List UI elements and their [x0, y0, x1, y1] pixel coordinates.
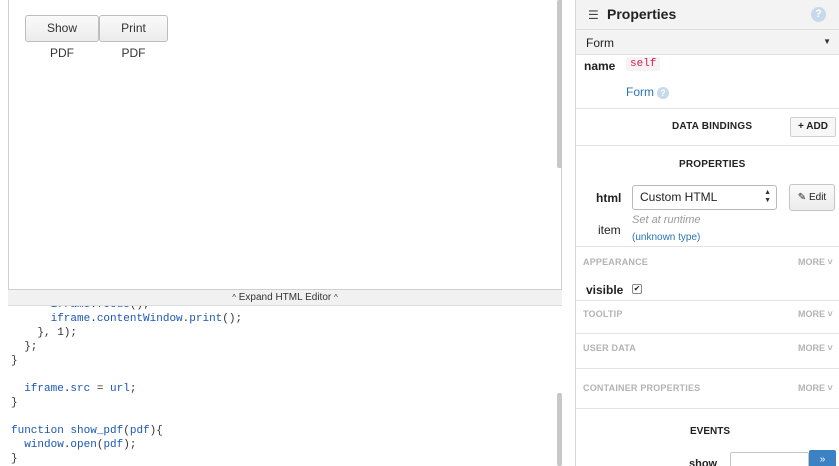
divider: [576, 108, 839, 109]
code-line: }, 1);: [8, 326, 562, 340]
chevron-down-icon: ˅: [827, 257, 833, 267]
expand-html-editor-bar[interactable]: ^ Expand HTML Editor ^: [8, 290, 562, 306]
more-label: MORE: [798, 309, 825, 319]
edit-html-button[interactable]: ✎ Edit: [789, 184, 835, 211]
item-runtime-hint: Set at runtime: [632, 214, 701, 226]
chevron-down-icon: ˅: [827, 309, 833, 319]
sliders-icon: ☰: [588, 8, 599, 22]
html-property-select[interactable]: Custom HTML ▲ ▼: [632, 185, 777, 210]
user-data-more-toggle[interactable]: MORE ˅: [798, 343, 833, 353]
appearance-section-toggle[interactable]: APPEARANCE: [583, 257, 648, 267]
code-text: }: [11, 355, 18, 367]
code-line: iframe.contentWindow.print();: [8, 312, 562, 326]
code-line: };: [8, 340, 562, 354]
container-more-toggle[interactable]: MORE ˅: [798, 383, 833, 393]
code-text: };: [24, 341, 38, 353]
divider: [576, 408, 839, 409]
properties-panel: ☰ Properties ? Form ▼ name self Form? DA…: [575, 0, 839, 466]
chevron-down-icon: ˅: [827, 383, 833, 393]
code-line: }: [8, 354, 562, 368]
html-code-editor[interactable]: iframe.focus(); iframe.contentWindow.pri…: [8, 306, 562, 466]
name-label: name: [584, 59, 616, 73]
data-bindings-title: DATA BINDINGS: [672, 121, 753, 132]
more-label: MORE: [798, 343, 825, 353]
properties-section-title: PROPERTIES: [679, 159, 746, 170]
code-text: window.open(pdf);: [24, 439, 137, 451]
form-type-link[interactable]: Form?: [626, 85, 669, 99]
design-canvas[interactable]: Show PDF Print PDF: [8, 0, 562, 290]
code-text: }: [11, 453, 18, 465]
select-arrows-icon: ▲ ▼: [764, 189, 771, 204]
divider: [576, 246, 839, 247]
code-text: }, 1);: [37, 327, 78, 339]
properties-title: Properties: [607, 6, 677, 22]
code-text: iframe.src = url;: [24, 383, 137, 395]
chevron-up-icon: ^: [334, 293, 338, 302]
editor-scrollbar[interactable]: [557, 393, 562, 466]
html-property-label: html: [596, 191, 622, 205]
component-select-value: Form: [586, 36, 614, 50]
tooltip-more-toggle[interactable]: MORE ˅: [798, 309, 833, 319]
caret-down-icon: ▼: [823, 37, 831, 46]
tooltip-section-toggle[interactable]: TOOLTIP: [583, 309, 623, 319]
divider: [576, 368, 839, 369]
show-pdf-button[interactable]: Show PDF: [25, 15, 99, 60]
print-pdf-button[interactable]: Print PDF: [99, 15, 168, 60]
help-icon[interactable]: ?: [657, 87, 669, 99]
show-event-input[interactable]: [730, 452, 809, 466]
code-text: function show_pdf(pdf){: [11, 425, 163, 437]
user-data-section-toggle[interactable]: USER DATA: [583, 343, 636, 353]
add-binding-button[interactable]: + ADD: [790, 117, 836, 137]
appearance-more-toggle[interactable]: MORE ˅: [798, 257, 833, 267]
events-section-title: EVENTS: [690, 426, 731, 437]
name-value[interactable]: self: [626, 57, 661, 71]
divider: [576, 145, 839, 146]
code-line: }: [8, 452, 562, 466]
code-text: iframe.contentWindow.print();: [50, 313, 243, 325]
html-property-value: Custom HTML: [640, 190, 718, 204]
code-line: iframe.src = url;: [8, 382, 562, 396]
visible-checkbox[interactable]: ✔: [632, 284, 642, 294]
visible-label: visible: [586, 283, 624, 297]
code-text: iframe.focus();: [51, 306, 150, 311]
help-icon[interactable]: ?: [811, 7, 826, 22]
chevron-up-icon: ^: [232, 293, 236, 302]
properties-header: ☰ Properties ?: [576, 0, 839, 30]
item-type-link[interactable]: (unknown type): [632, 232, 700, 243]
show-event-label: show: [689, 458, 718, 466]
canvas-scrollbar[interactable]: [557, 0, 562, 168]
edit-label: Edit: [808, 192, 827, 203]
item-property-label: item: [598, 223, 621, 237]
show-event-go-button[interactable]: »: [809, 450, 836, 466]
divider: [576, 333, 839, 334]
code-line: }: [8, 396, 562, 410]
component-select[interactable]: Form ▼: [576, 30, 839, 55]
divider: [576, 300, 839, 301]
pencil-icon: ✎: [797, 192, 807, 203]
more-label: MORE: [798, 383, 825, 393]
form-type-label: Form: [626, 85, 654, 99]
chevron-down-icon: ˅: [827, 343, 833, 353]
code-line: window.open(pdf);: [8, 438, 562, 452]
code-line: function show_pdf(pdf){: [8, 424, 562, 438]
more-label: MORE: [798, 257, 825, 267]
code-text: }: [11, 397, 18, 409]
container-properties-section-toggle[interactable]: CONTAINER PROPERTIES: [583, 383, 700, 393]
expand-html-editor-label: Expand HTML Editor: [238, 292, 332, 303]
